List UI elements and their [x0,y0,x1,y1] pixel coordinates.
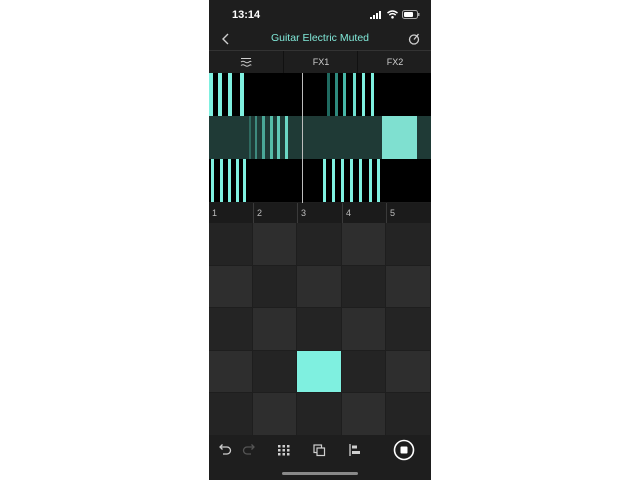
pad-r4-c3[interactable] [297,350,342,394]
pattern-note [341,159,344,202]
tab-fx2[interactable]: FX2 [357,51,431,73]
playhead[interactable] [302,73,303,203]
pad-r1-c4[interactable] [342,223,386,266]
pattern-row-2 [209,116,431,159]
nav-header: Guitar Electric Muted [209,28,431,50]
record-stop-icon[interactable] [393,439,415,461]
tab-bar: FX1 FX2 [209,50,431,74]
pad-r2-c1[interactable] [209,265,253,309]
pad-grid [209,223,431,436]
status-time: 13:14 [232,9,261,21]
pattern-note [218,73,222,116]
pattern-note [362,73,365,116]
bar-number[interactable]: 4 [342,203,386,223]
pattern-note [285,116,288,159]
bar-number[interactable]: 3 [297,203,341,223]
duplicate-icon[interactable] [311,442,327,458]
pattern-note [243,159,246,202]
pattern-row-3 [209,159,431,202]
pattern-note [335,73,338,116]
instrument-title: Guitar Electric Muted [270,32,370,44]
pattern-note [277,116,280,159]
home-indicator[interactable] [282,472,358,475]
bar-number[interactable]: 2 [253,203,297,223]
pad-r5-c1[interactable] [209,393,253,436]
phone-screen: 13:14 Guitar Electric Muted FX1 FX2 1 2 … [209,0,431,480]
pad-r4-c1[interactable] [209,350,253,394]
pattern-note [343,73,346,116]
pattern-note [220,159,223,202]
pad-r5-c5[interactable] [386,393,431,436]
pattern-note [382,116,417,159]
grid-icon[interactable] [276,442,292,458]
pattern-note [236,159,239,202]
back-chevron-icon[interactable] [219,32,233,46]
pattern-note [332,159,335,202]
pattern-note [369,159,372,202]
pad-r4-c4[interactable] [342,350,386,394]
pattern-row-1 [209,73,431,116]
wifi-icon [387,10,398,19]
redo-icon[interactable] [242,442,258,458]
pad-r4-c5[interactable] [386,350,431,394]
battery-icon [402,10,420,19]
pad-r5-c3[interactable] [297,393,342,436]
pad-r1-c1[interactable] [209,223,253,266]
pad-r5-c2[interactable] [253,393,297,436]
pad-r3-c3[interactable] [297,308,342,351]
pattern-note [255,116,257,159]
pad-r2-c4[interactable] [342,265,386,309]
pad-r2-c3[interactable] [297,265,342,309]
pattern-note [359,159,362,202]
pattern-note [350,159,353,202]
pattern-note [327,73,330,116]
pad-r1-c2[interactable] [253,223,297,266]
undo-icon[interactable] [216,442,232,458]
pattern-note [228,73,232,116]
pattern-note [353,73,356,116]
pad-r2-c2[interactable] [253,265,297,309]
pad-r3-c5[interactable] [386,308,431,351]
pattern-note [211,159,214,202]
pattern-note [323,159,326,202]
tuner-icon[interactable] [407,32,421,46]
pad-r4-c2[interactable] [253,350,297,394]
pad-r3-c2[interactable] [253,308,297,351]
status-bar: 13:14 [209,0,431,28]
eq-lines-icon [240,58,252,67]
pattern-note [240,73,244,116]
pattern-note [228,159,231,202]
signal-icon [370,11,381,19]
pad-r1-c3[interactable] [297,223,342,266]
align-icon[interactable] [347,442,363,458]
pattern-note [371,73,374,116]
pattern-note [249,116,251,159]
pad-r3-c1[interactable] [209,308,253,351]
pattern-overview[interactable] [209,73,431,203]
pad-r1-c5[interactable] [386,223,431,266]
bar-number[interactable]: 5 [386,203,430,223]
pad-r2-c5[interactable] [386,265,431,309]
tab-eq[interactable] [209,51,283,73]
pattern-note [262,116,265,159]
pattern-note [209,73,213,116]
bar-number[interactable]: 1 [209,203,253,223]
pad-r3-c4[interactable] [342,308,386,351]
tab-fx1[interactable]: FX1 [283,51,358,73]
pattern-note [270,116,273,159]
pad-r5-c4[interactable] [342,393,386,436]
pattern-note [377,159,380,202]
bar-ruler[interactable]: 1 2 3 4 5 [209,203,431,223]
bottom-toolbar [209,436,431,464]
